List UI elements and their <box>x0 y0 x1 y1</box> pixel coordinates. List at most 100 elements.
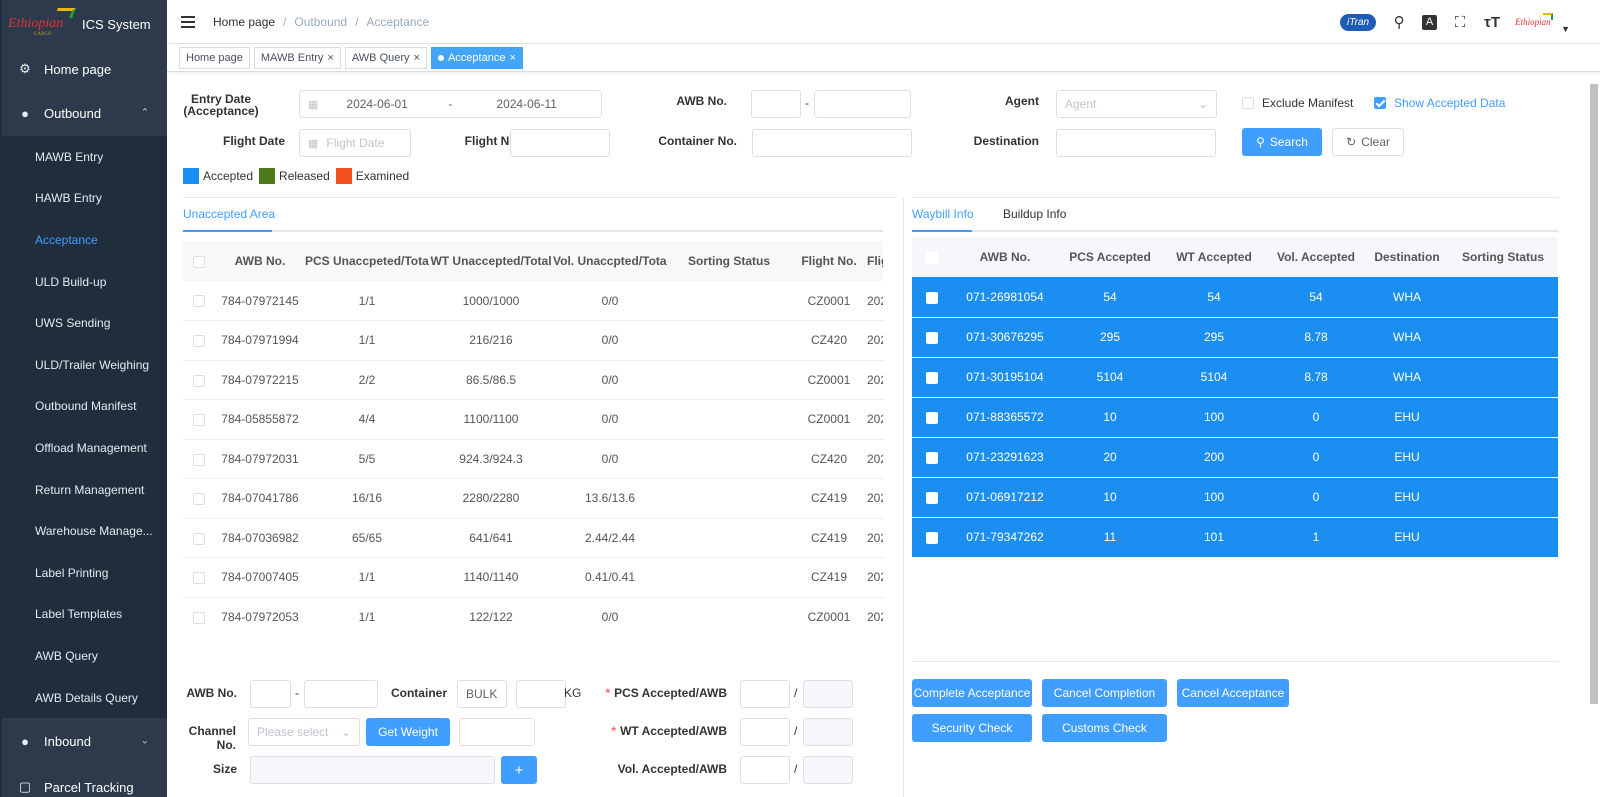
exclude-manifest-checkbox[interactable]: Exclude Manifest <box>1242 96 1353 110</box>
row-checkbox[interactable] <box>926 371 938 384</box>
entry-date-range[interactable]: ▦ 2024-06-01 - 2024-06-11 <box>299 90 602 118</box>
tab-buildup-info[interactable]: Buildup Info <box>1003 207 1066 221</box>
table-row[interactable]: 071-79347262 11 101 1 EHU <box>912 517 1558 558</box>
close-icon[interactable]: × <box>509 52 515 64</box>
flight-date-input[interactable]: ▦ Flight Date <box>299 129 411 157</box>
fullscreen-icon[interactable]: ⛶ <box>1451 13 1469 31</box>
caret-down-icon[interactable]: ▼ <box>1561 24 1570 34</box>
complete-acceptance-button[interactable]: Complete Acceptance <box>912 679 1032 707</box>
table-row[interactable]: 071-30676295 295 295 8.78 WHA <box>912 317 1558 358</box>
table-row[interactable]: 784-079722152/286.5/86.50/0 CZ0001202 <box>183 360 883 400</box>
size-input[interactable] <box>250 756 495 784</box>
sidebar-item-label-printing[interactable]: Label Printing <box>2 552 167 594</box>
select-all-checkbox[interactable] <box>193 255 205 268</box>
menu-toggle-icon[interactable] <box>181 15 195 28</box>
row-checkbox[interactable] <box>193 572 205 585</box>
tab-waybill-info[interactable]: Waybill Info <box>912 207 974 221</box>
translate-icon[interactable]: A <box>1422 14 1438 30</box>
tag-acceptance[interactable]: Acceptance × <box>430 46 523 69</box>
close-icon[interactable]: × <box>414 52 420 64</box>
table-row[interactable]: 784-07007405 1/1 1140/1140 0.41/0.41 CZ419 20… <box>183 557 883 598</box>
sidebar-item-outbound-manifest[interactable]: Outbound Manifest <box>2 386 167 428</box>
tag-awb-query[interactable]: AWB Query × <box>344 46 427 69</box>
breadcrumb-item[interactable]: Home page <box>213 15 275 29</box>
cancel-completion-button[interactable]: Cancel Completion <box>1042 679 1167 707</box>
search-icon[interactable]: ⚲ <box>1390 13 1408 31</box>
sidebar-item-uld-build-up[interactable]: ULD Build-up <box>2 261 167 303</box>
table-row[interactable]: 784-079721451/11000/10000/0 CZ0001202 <box>183 281 883 321</box>
table-row[interactable]: 784-07041786 16/16 2280/2280 13.6/13.6 CZ419… <box>183 478 883 519</box>
sidebar-item-uws-sending[interactable]: UWS Sending <box>2 302 167 344</box>
sidebar-item-label-templates[interactable]: Label Templates <box>2 594 167 636</box>
sidebar-item-acceptance[interactable]: Acceptance <box>2 219 167 261</box>
get-weight-button[interactable]: Get Weight <box>366 718 450 746</box>
row-checkbox[interactable] <box>926 331 938 344</box>
table-row[interactable]: 784-058558724/41100/11000/0 CZ0001202 <box>183 399 883 440</box>
row-checkbox[interactable] <box>193 453 205 466</box>
sidebar-item-mawb-entry[interactable]: MAWB Entry <box>2 136 167 178</box>
page-scrollbar[interactable] <box>1590 84 1598 704</box>
font-size-icon[interactable]: τT <box>1483 13 1501 31</box>
table-row[interactable]: 784-079719941/1216/2160/0 CZ420202 <box>183 320 883 361</box>
table-row[interactable]: 071-23291623 20 200 0 EHU <box>912 437 1558 478</box>
pcs-accepted-input[interactable] <box>740 680 790 708</box>
breadcrumb-item[interactable]: Outbound <box>294 15 347 29</box>
wt-accepted-input[interactable] <box>740 718 790 746</box>
row-checkbox[interactable] <box>193 374 205 387</box>
search-button[interactable]: ⚲ Search <box>1242 128 1322 156</box>
table-row[interactable]: 784-079720315/5924.3/924.30/0 CZ420202 <box>183 439 883 479</box>
form-weight-input[interactable] <box>516 680 566 708</box>
table-row[interactable]: 071-26981054 54 54 54 WHA <box>912 277 1558 318</box>
sidebar-item-home[interactable]: ⚙ Home page <box>2 48 167 90</box>
form-awb-number-input[interactable] <box>304 680 378 708</box>
row-checkbox[interactable] <box>193 414 205 427</box>
cancel-acceptance-button[interactable]: Cancel Acceptance <box>1177 679 1289 707</box>
add-size-button[interactable]: + <box>501 756 537 784</box>
sidebar-item-return-management[interactable]: Return Management <box>2 469 167 511</box>
row-checkbox[interactable] <box>193 295 205 308</box>
table-row[interactable]: 071-30195104 5104 5104 8.78 WHA <box>912 357 1558 398</box>
tag-mawb-entry[interactable]: MAWB Entry × <box>253 46 341 69</box>
destination-input[interactable] <box>1056 129 1216 157</box>
checkbox-box[interactable] <box>1374 97 1386 109</box>
awb-number-input[interactable] <box>814 90 911 118</box>
table-row[interactable]: 784-079720531/1122/1220/0 CZ0001202 <box>183 597 883 636</box>
weight-readout-input[interactable] <box>459 718 535 746</box>
table-row[interactable]: 071-88365572 10 100 0 EHU <box>912 397 1558 438</box>
checkbox-box[interactable] <box>1242 97 1254 109</box>
show-accepted-checkbox[interactable]: Show Accepted Data <box>1374 96 1505 110</box>
form-container-input[interactable]: BULK <box>457 680 507 708</box>
sidebar-group-outbound[interactable]: ● Outbound ⌃ <box>2 90 167 136</box>
tab-unaccepted-area[interactable]: Unaccepted Area <box>183 207 275 221</box>
awb-prefix-input[interactable] <box>751 90 801 118</box>
tag-home-page[interactable]: Home page <box>179 46 250 69</box>
row-checkbox[interactable] <box>926 491 938 504</box>
avatar[interactable]: Ethiopian <box>1515 13 1554 27</box>
row-checkbox[interactable] <box>193 493 205 506</box>
row-checkbox[interactable] <box>926 531 938 544</box>
row-checkbox[interactable] <box>193 611 205 624</box>
sidebar-item-parcel-tracking[interactable]: ▢ Parcel Tracking <box>2 764 167 797</box>
row-checkbox[interactable] <box>926 291 938 304</box>
agent-select[interactable]: Agent ⌄ <box>1056 90 1217 118</box>
itran-badge[interactable]: iTran <box>1340 13 1377 31</box>
channel-select[interactable]: Please select ⌄ <box>248 718 360 746</box>
sidebar-item-hawb-entry[interactable]: HAWB Entry <box>2 178 167 220</box>
sidebar-item-offload-management[interactable]: Offload Management <box>2 427 167 469</box>
sidebar-item-awb-query[interactable]: AWB Query <box>2 635 167 677</box>
flight-no-input[interactable] <box>510 129 610 157</box>
sidebar-item-warehouse-manage[interactable]: Warehouse Manage... <box>2 510 167 552</box>
table-row[interactable]: 071-06917212 10 100 0 EHU <box>912 477 1558 518</box>
row-checkbox[interactable] <box>926 411 938 424</box>
sidebar-group-inbound[interactable]: ● Inbound ⌄ <box>2 718 167 764</box>
security-check-button[interactable]: Security Check <box>912 714 1032 742</box>
close-icon[interactable]: × <box>327 52 333 64</box>
container-no-input[interactable] <box>752 129 912 157</box>
row-checkbox[interactable] <box>926 451 938 464</box>
sidebar-item-uld-trailer-weighing[interactable]: ULD/Trailer Weighing <box>2 344 167 386</box>
row-checkbox[interactable] <box>193 335 205 348</box>
form-awb-prefix-input[interactable] <box>250 680 291 708</box>
customs-check-button[interactable]: Customs Check <box>1042 714 1167 742</box>
row-checkbox[interactable] <box>193 532 205 545</box>
sidebar-item-awb-details-query[interactable]: AWB Details Query <box>2 677 167 719</box>
